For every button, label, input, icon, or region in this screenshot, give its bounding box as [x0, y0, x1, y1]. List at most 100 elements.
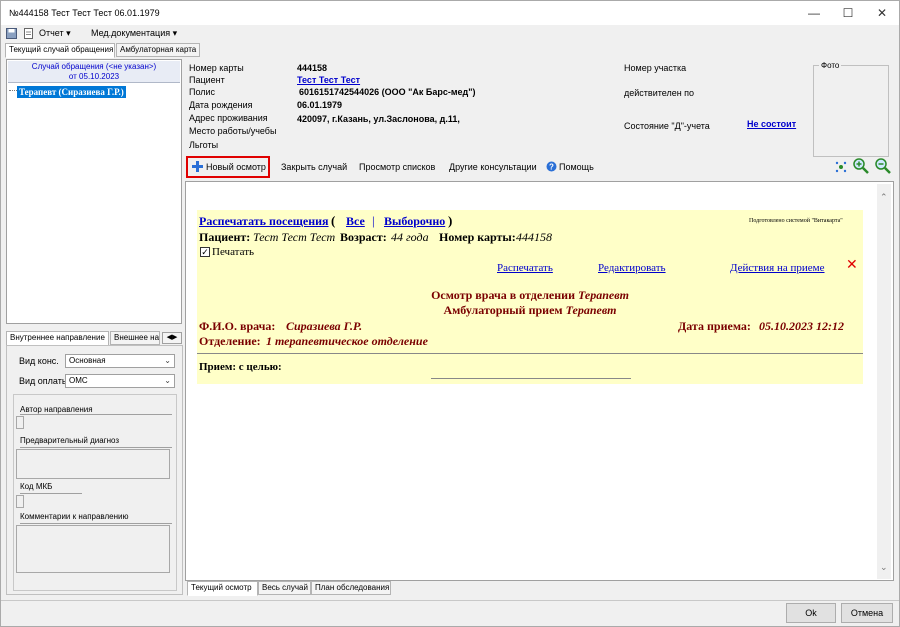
benefits-label: Льготы — [189, 140, 219, 150]
exam-title-prefix: Осмотр врача в отделении — [431, 288, 575, 302]
purpose-underline — [431, 378, 631, 379]
author-field[interactable] — [16, 416, 24, 429]
separator: | — [372, 213, 375, 228]
divider — [20, 493, 82, 494]
minimize-icon[interactable]: — — [797, 1, 831, 25]
doc-patient-label: Пациент: — [199, 230, 251, 244]
bottom-tabs: Текущий осмотр Весь случай План обследов… — [187, 581, 397, 596]
referral-panel: Вид конс. Основная ⌄ Вид оплаты ОМС ⌄ Ав… — [6, 345, 183, 595]
doctor-label: Ф.И.О. врача: — [199, 319, 276, 333]
case-header[interactable]: Случай обращения (<не указан>) от 05.10.… — [8, 61, 180, 83]
exam-title-line1: Осмотр врача в отделении Терапевт — [197, 288, 863, 303]
main-window: №444158 Тест Тест Тест 06.01.1979 — ☐ ✕ … — [0, 0, 900, 627]
photo-label: Фото — [819, 61, 842, 70]
photo-frame — [813, 65, 889, 157]
case-header-line1: Случай обращения (<не указан>) — [31, 62, 157, 71]
print-checkbox-label: Печатать — [212, 246, 255, 258]
prepared-by: Подготовлено системой "Витакарта" — [749, 218, 843, 224]
tree-line — [9, 90, 17, 91]
referral-tabs: Внутреннее направление Внешнее на ◀▶ — [6, 331, 184, 346]
address-value: 420097, г.Казань, ул.Заслонова, д.11, — [297, 114, 460, 124]
tab-external-referral[interactable]: Внешнее на — [110, 331, 160, 345]
chevron-up-icon[interactable]: ⌃ — [880, 192, 888, 203]
new-exam-button[interactable]: Новый осмотр — [206, 162, 266, 172]
tab-internal-referral[interactable]: Внутреннее направление — [6, 331, 109, 346]
dept-label: Отделение: — [199, 334, 261, 348]
comment-label: Комментарии к направлению — [20, 512, 129, 521]
close-icon[interactable]: ✕ — [865, 1, 899, 25]
chevron-down-icon[interactable]: ⌄ — [880, 562, 888, 573]
main-tabs: Текущий случай обращения Амбулаторная ка… — [5, 43, 205, 58]
work-label: Место работы/учебы — [189, 126, 277, 136]
close-paren: ) — [448, 213, 453, 228]
diag-field[interactable] — [16, 449, 170, 479]
view-lists-button[interactable]: Просмотр списков — [359, 162, 435, 172]
pay-label: Вид оплаты — [19, 376, 69, 386]
d-state-label: Состояние "Д"-учета — [624, 121, 710, 131]
card-value: 444158 — [297, 63, 328, 73]
dept-value: 1 терапевтическое отделение — [266, 334, 428, 348]
kons-value: Основная — [69, 356, 106, 365]
edit-link[interactable]: Редактировать — [598, 262, 666, 274]
save-icon[interactable] — [6, 28, 17, 39]
d-state-link[interactable]: Не состоит — [747, 119, 796, 129]
pay-value: ОМС — [69, 376, 88, 385]
delete-icon[interactable]: ✕ — [846, 257, 858, 274]
tree-item-therapist[interactable]: Терапевт (Сиразиева Г.Р.) — [17, 86, 126, 98]
exam-subtitle-prefix: Амбулаторный прием — [443, 303, 563, 317]
refresh-icon[interactable] — [835, 161, 847, 173]
plus-icon — [192, 161, 203, 172]
tab-scroll-arrows-icon[interactable]: ◀▶ — [162, 332, 182, 344]
tab-whole-case[interactable]: Весь случай — [258, 581, 311, 595]
age-value: 44 года — [391, 230, 429, 244]
menu-bar: Отчет ▾ Мед.документация ▾ — [1, 25, 899, 42]
policy-label: Полис — [189, 87, 216, 97]
case-header-line2: от 05.10.2023 — [68, 72, 120, 81]
footer-divider — [1, 600, 899, 601]
patient-label: Пациент — [189, 75, 225, 85]
mkb-field[interactable] — [16, 495, 24, 508]
kons-select[interactable]: Основная ⌄ — [65, 354, 175, 368]
document-icon[interactable] — [23, 28, 34, 39]
patient-link[interactable]: Тест Тест Тест — [297, 75, 360, 85]
open-paren: ( — [331, 213, 336, 228]
tab-exam-plan[interactable]: План обследования — [311, 581, 391, 595]
cancel-button[interactable]: Отмена — [841, 603, 893, 623]
valid-label: действителен по — [624, 88, 695, 98]
other-consult-button[interactable]: Другие консультации — [449, 162, 537, 172]
exam-subtitle-spec: Терапевт — [565, 303, 617, 317]
all-link[interactable]: Все — [346, 214, 365, 229]
date-value: 05.10.2023 12:12 — [759, 319, 844, 333]
svg-text:?: ? — [549, 163, 554, 172]
print-checkbox[interactable]: ✓ — [200, 247, 210, 257]
title-bar: №444158 Тест Тест Тест 06.01.1979 — ☐ ✕ — [1, 1, 899, 25]
close-case-button[interactable]: Закрыть случай — [281, 162, 347, 172]
window-title: №444158 Тест Тест Тест 06.01.1979 — [9, 8, 160, 18]
doc-patient-name: Тест Тест Тест — [253, 230, 336, 244]
menu-report[interactable]: Отчет ▾ — [39, 28, 71, 39]
exam-title-line2: Амбулаторный прием Терапевт — [197, 303, 863, 318]
zoom-out-icon[interactable] — [875, 158, 891, 174]
tab-current-exam[interactable]: Текущий осмотр — [187, 581, 258, 596]
case-tree: Случай обращения (<не указан>) от 05.10.… — [6, 59, 182, 324]
document-scrollbar[interactable]: ⌃ ⌄ — [877, 184, 891, 579]
actions-link[interactable]: Действия на приеме — [730, 262, 825, 274]
zoom-in-icon[interactable] — [853, 158, 869, 174]
referral-details: Автор направления Предварительный диагно… — [13, 394, 177, 591]
divider — [20, 414, 172, 415]
help-button[interactable]: Помощь — [559, 162, 594, 172]
tab-outpatient-card[interactable]: Амбулаторная карта — [116, 43, 200, 57]
policy-value: 6016151742544026 (ООО "Ак Барс-мед") — [299, 87, 476, 97]
kons-label: Вид конс. — [19, 356, 59, 366]
pay-select[interactable]: ОМС ⌄ — [65, 374, 175, 388]
print-link[interactable]: Распечатать — [497, 262, 553, 274]
comment-field[interactable] — [16, 525, 170, 573]
ok-button[interactable]: Ok — [786, 603, 836, 623]
tab-current-case[interactable]: Текущий случай обращения — [5, 43, 115, 58]
menu-med-docs[interactable]: Мед.документация ▾ — [91, 28, 177, 39]
selective-link[interactable]: Выборочно — [384, 214, 445, 229]
print-visits-link[interactable]: Распечатать посещения — [199, 214, 329, 229]
maximize-icon[interactable]: ☐ — [831, 1, 865, 25]
chevron-down-icon: ⌄ — [164, 376, 171, 385]
dob-label: Дата рождения — [189, 100, 253, 110]
